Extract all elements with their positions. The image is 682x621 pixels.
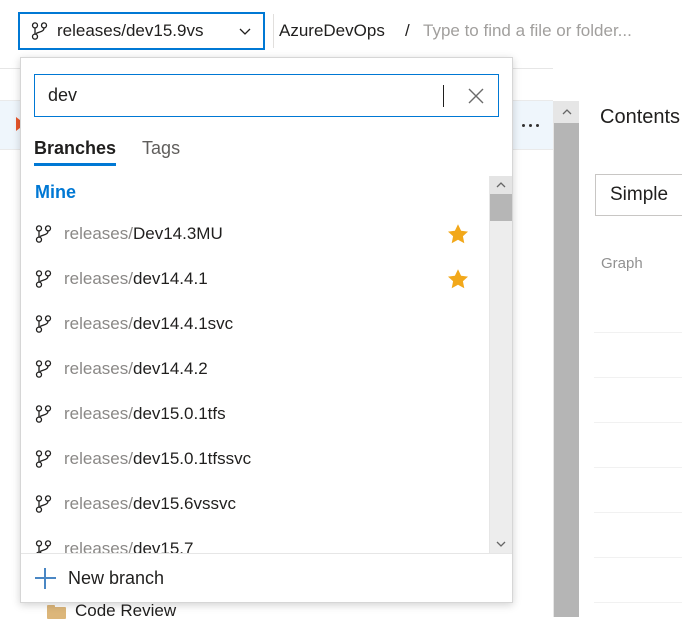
branch-icon <box>35 449 52 468</box>
favorite-star-icon[interactable] <box>446 447 470 471</box>
branch-name-prefix: releases/ <box>64 313 133 333</box>
panel-divider <box>594 377 682 378</box>
tab-branches[interactable]: Branches <box>34 138 117 166</box>
branch-name-match: dev15.7 <box>132 538 194 554</box>
chevron-up-icon <box>562 107 572 117</box>
branch-list-scrollbar[interactable] <box>489 176 512 553</box>
branch-name-prefix: releases/ <box>64 538 133 554</box>
branch-name-prefix: releases/ <box>64 448 133 468</box>
branch-list-item-label: releases/dev15.6vssvc <box>64 494 446 514</box>
new-branch-button[interactable]: New branch <box>21 553 512 602</box>
close-icon <box>466 86 486 106</box>
favorite-star-icon[interactable] <box>446 402 470 426</box>
branch-list-item[interactable]: releases/dev15.7 <box>21 526 488 553</box>
branch-list-item[interactable]: releases/dev15.0.1tfssvc <box>21 436 488 481</box>
file-path-placeholder[interactable]: Type to find a file or folder... <box>423 21 632 41</box>
branch-name-match: dev14.4.1 <box>132 268 208 288</box>
toolbar-divider <box>273 14 274 48</box>
branch-list-item[interactable]: releases/dev14.4.1 <box>21 256 488 301</box>
branch-name-match: dev15.0.1tfs <box>132 403 226 423</box>
panel-divider <box>594 602 682 603</box>
clear-search-button[interactable] <box>454 75 498 116</box>
panel-divider <box>594 557 682 558</box>
branch-icon <box>35 359 52 378</box>
branch-picker-dropdown: Branches Tags Mine releases/Dev14.3MUrel… <box>20 57 513 603</box>
branch-list-item[interactable]: releases/Dev14.3MU <box>21 211 488 256</box>
breadcrumb-repo[interactable]: AzureDevOps <box>279 21 385 41</box>
toolbar: releases/dev15.9vs AzureDevOps / Type to… <box>0 0 682 69</box>
simple-button[interactable]: Simple <box>595 174 682 216</box>
plus-icon <box>35 567 56 589</box>
folder-icon <box>47 604 66 619</box>
dropdown-tabs: Branches Tags <box>34 135 512 166</box>
favorite-star-icon[interactable] <box>446 357 470 381</box>
branch-list: Mine releases/Dev14.3MU releases/dev14.4.… <box>21 176 488 553</box>
branch-icon <box>35 539 52 553</box>
list-item[interactable]: Code Review <box>47 601 176 621</box>
page-scrollbar-thumb[interactable] <box>554 123 579 617</box>
search-field[interactable] <box>34 74 499 117</box>
scroll-up-button[interactable] <box>490 176 512 194</box>
page-title: Contents <box>600 106 681 128</box>
branch-icon <box>35 494 52 513</box>
page-scroll-up-button[interactable] <box>554 101 579 123</box>
text-caret <box>443 84 444 107</box>
tab-tags[interactable]: Tags <box>142 138 180 166</box>
panel-divider <box>594 332 682 333</box>
branch-list-item[interactable]: releases/dev15.6vssvc <box>21 481 488 526</box>
favorite-star-icon[interactable] <box>446 267 470 291</box>
branch-name-match: dev15.6vssvc <box>132 493 236 513</box>
branch-list-item-label: releases/dev15.7 <box>64 539 446 554</box>
contents-panel: Contents Simple Graph <box>579 101 682 617</box>
branch-list-item[interactable]: releases/dev14.4.2 <box>21 346 488 391</box>
chevron-up-icon <box>496 180 506 190</box>
branch-list-item-label: releases/dev14.4.2 <box>64 359 446 379</box>
branch-name-match: dev14.4.2 <box>132 358 208 378</box>
branch-list-item-label: releases/dev14.4.1svc <box>64 314 446 334</box>
branch-icon <box>35 314 52 333</box>
breadcrumb-separator: / <box>405 21 410 40</box>
panel-divider <box>594 422 682 423</box>
panel-divider <box>594 467 682 468</box>
favorite-star-icon[interactable] <box>446 312 470 336</box>
branch-list-item[interactable]: releases/dev15.0.1tfs <box>21 391 488 436</box>
chevron-down-icon <box>238 24 252 38</box>
branch-icon <box>35 269 52 288</box>
branch-name-prefix: releases/ <box>64 223 133 243</box>
branch-icon <box>35 404 52 423</box>
branch-name-match: Dev14.3MU <box>132 223 223 243</box>
favorite-star-icon[interactable] <box>446 222 470 246</box>
branch-name-prefix: releases/ <box>64 268 133 288</box>
branch-icon <box>35 224 52 243</box>
panel-divider <box>594 512 682 513</box>
graph-label: Graph <box>601 255 643 272</box>
favorite-star-icon[interactable] <box>446 492 470 516</box>
scrollbar-thumb[interactable] <box>490 194 512 221</box>
group-header-mine: Mine <box>35 182 77 202</box>
branch-list-item-label: releases/dev14.4.1 <box>64 269 446 289</box>
list-item-label: Code Review <box>75 601 177 620</box>
branch-name-prefix: releases/ <box>64 403 133 423</box>
scroll-down-button[interactable] <box>490 535 512 553</box>
branch-name-match: dev14.4.1svc <box>132 313 234 333</box>
branch-list-item-label: releases/dev15.0.1tfs <box>64 404 446 424</box>
new-branch-label: New branch <box>68 567 165 588</box>
ellipsis-icon[interactable] <box>515 114 545 136</box>
branch-list-item-label: releases/Dev14.3MU <box>64 224 446 244</box>
branch-list-area: Mine releases/Dev14.3MU releases/dev14.4.… <box>21 176 512 553</box>
branch-list-item-label: releases/dev15.0.1tfssvc <box>64 449 446 469</box>
branch-list-item[interactable]: releases/dev14.4.1svc <box>21 301 488 346</box>
branch-name-prefix: releases/ <box>64 358 133 378</box>
branch-picker-value: releases/dev15.9vs <box>57 21 204 40</box>
chevron-down-icon <box>496 539 506 549</box>
page-scrollbar[interactable] <box>553 101 579 617</box>
branch-name-match: dev15.0.1tfssvc <box>132 448 252 468</box>
branch-picker-button[interactable]: releases/dev15.9vs <box>18 12 265 50</box>
favorite-star-icon[interactable] <box>446 537 470 554</box>
search-input[interactable] <box>35 75 444 116</box>
branch-name-prefix: releases/ <box>64 493 133 513</box>
branch-icon <box>31 22 48 40</box>
